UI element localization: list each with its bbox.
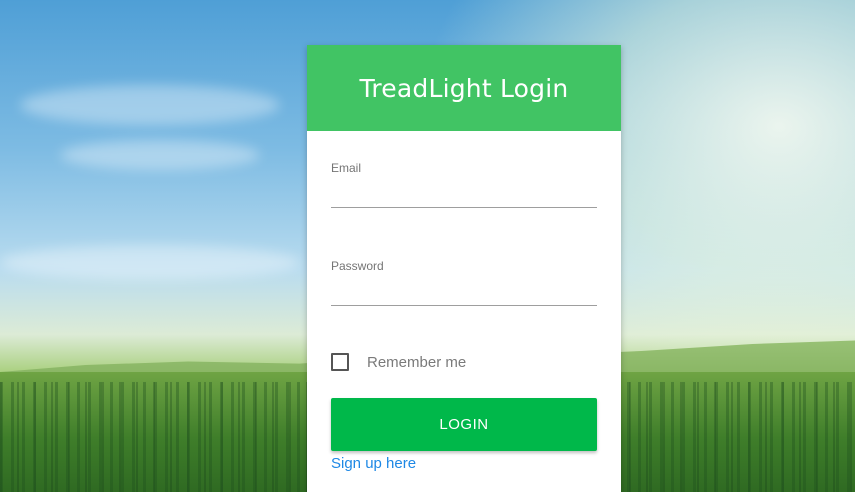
cloud [0, 245, 300, 280]
login-title: TreadLight Login [359, 73, 569, 103]
password-input[interactable] [331, 279, 597, 306]
cloud [60, 140, 260, 170]
signup-link[interactable]: Sign up here [331, 455, 416, 472]
login-card: TreadLight Login Email Password Remember… [307, 45, 621, 492]
email-input[interactable] [331, 181, 597, 208]
password-field-group: Password [331, 229, 597, 327]
email-field-group: Email [331, 131, 597, 229]
email-label: Email [331, 161, 362, 175]
password-label: Password [331, 259, 384, 273]
login-page: TreadLight Login Email Password Remember… [0, 0, 855, 492]
remember-me-checkbox[interactable] [331, 353, 349, 371]
login-card-header: TreadLight Login [307, 45, 621, 131]
login-form: Email Password [307, 131, 621, 327]
login-button[interactable]: LOGIN [331, 398, 597, 451]
remember-me-row[interactable]: Remember me [331, 353, 466, 371]
cloud [20, 85, 280, 125]
remember-me-label[interactable]: Remember me [367, 354, 466, 371]
